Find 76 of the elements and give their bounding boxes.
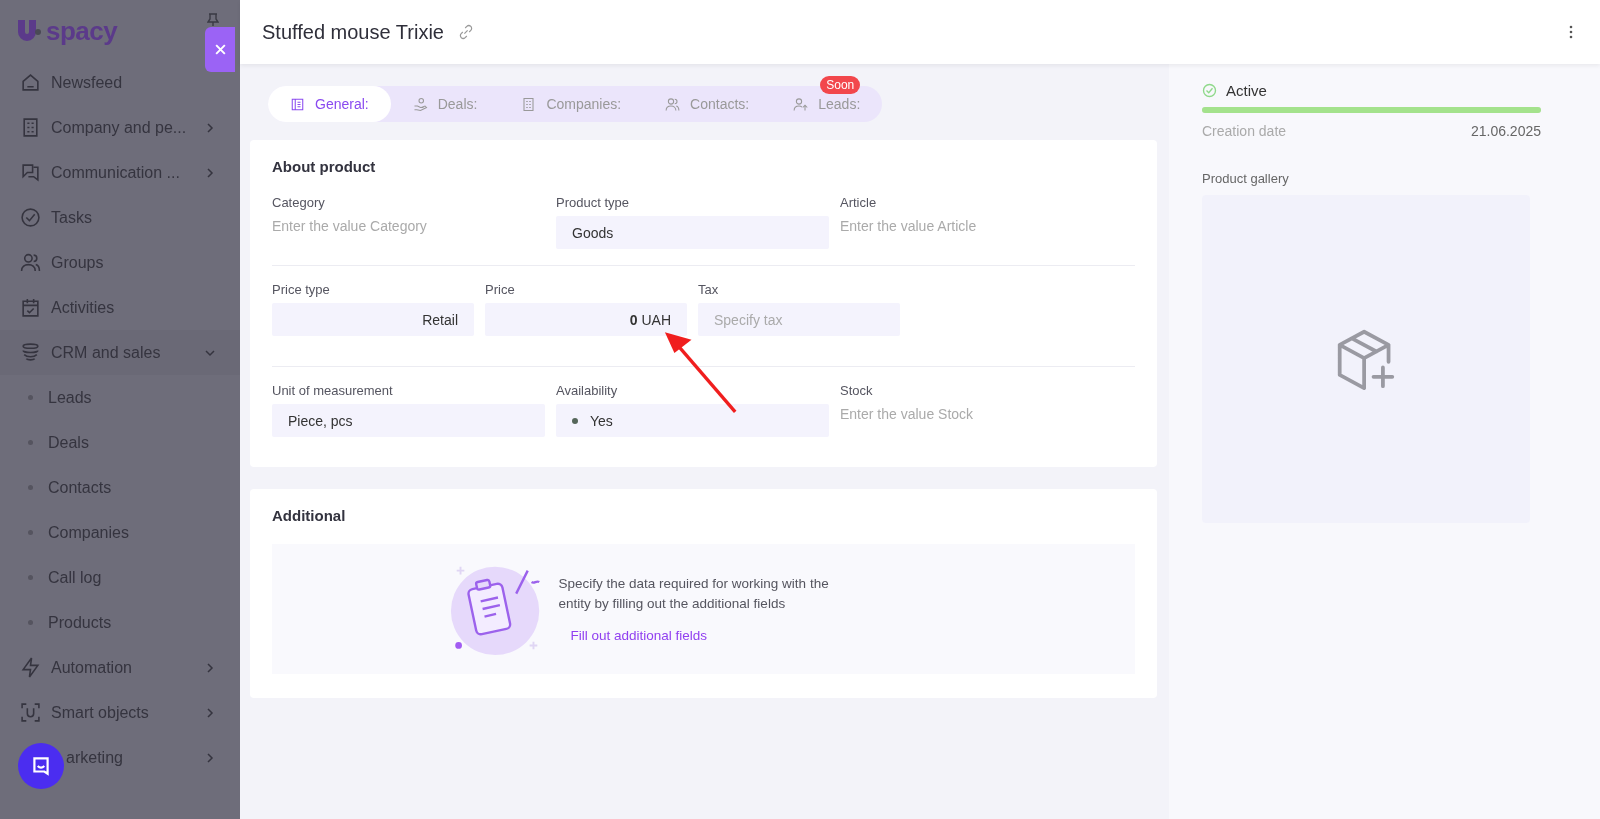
sidebar-item[interactable]: Tasks	[0, 195, 240, 240]
sidebar-subitem[interactable]: Deals	[0, 420, 240, 465]
tab[interactable]: Companies:	[499, 86, 644, 122]
fill-fields-link[interactable]: Fill out additional fields	[570, 627, 708, 643]
chat-icon	[30, 755, 52, 777]
close-icon	[213, 43, 227, 56]
chevron-right-icon	[204, 751, 216, 764]
sidebar-subitem[interactable]: Contacts	[0, 465, 240, 510]
hand-coin-icon	[412, 96, 428, 112]
gallery-label: Product gallery	[1202, 171, 1290, 186]
calendar-icon	[20, 297, 41, 318]
more-menu-icon[interactable]	[1569, 25, 1573, 39]
chevron-right-icon	[204, 706, 216, 719]
stack-icon	[20, 342, 41, 363]
field-label: Stock	[840, 383, 874, 398]
check-circle-icon	[1202, 83, 1217, 98]
input-field[interactable]: Goods	[556, 216, 829, 249]
field-label: Price	[485, 282, 516, 297]
field-label: Tax	[698, 282, 720, 297]
field-label: Unit of measurement	[272, 383, 394, 398]
section-title: Additional	[272, 507, 347, 524]
building-icon	[521, 96, 537, 112]
creation-date: 21.06.2025	[1470, 123, 1541, 139]
creation-date-label: Creation date	[1202, 123, 1287, 139]
sidebar-item[interactable]: CRM and sales	[0, 330, 240, 375]
tab[interactable]: Deals:	[390, 86, 500, 122]
pin-icon[interactable]	[207, 13, 219, 27]
field-label: Category	[272, 195, 326, 210]
home-icon	[20, 72, 41, 93]
sidebar-subitem[interactable]: Call log	[0, 555, 240, 600]
tab[interactable]: General:	[268, 86, 391, 122]
sidebar-item[interactable]: Groups	[0, 240, 240, 285]
chevron-right-icon	[204, 121, 216, 134]
tab[interactable]: Contacts:	[643, 86, 772, 122]
box-add-icon	[1335, 328, 1397, 390]
input-field[interactable]: Piece, pcs	[272, 404, 545, 437]
input-field[interactable]: Retail	[272, 303, 474, 336]
close-button[interactable]	[205, 27, 235, 72]
sidebar-item[interactable]: Automation	[0, 645, 240, 690]
chat-button[interactable]	[18, 743, 64, 789]
product-title: Stuffed mouse Trixie	[262, 20, 444, 44]
sidebar-item[interactable]: arketing	[0, 735, 240, 780]
input-field[interactable]: Enter the value Stock	[840, 404, 974, 422]
sidebar-subitem[interactable]: Products	[0, 600, 240, 645]
status-label: Active	[1226, 82, 1267, 99]
soon-badge: Soon	[820, 76, 861, 94]
document-icon	[290, 96, 305, 112]
input-field[interactable]: Enter the value Category	[272, 216, 427, 234]
field-label: Availability	[556, 383, 619, 398]
scan-icon	[20, 702, 41, 723]
section-title: About product	[272, 158, 377, 175]
sidebar-subitem[interactable]: Companies	[0, 510, 240, 555]
people-icon	[665, 96, 681, 112]
chat-icon	[20, 162, 41, 183]
description-text: Specify the data required for working with the entity by filling out the additional fields	[558, 575, 830, 613]
link-icon[interactable]	[457, 24, 474, 40]
input-field[interactable]: Enter the value Article	[840, 216, 977, 234]
people-icon	[20, 252, 41, 273]
building-icon	[20, 117, 41, 138]
sidebar-item[interactable]: Communication ...	[0, 150, 240, 195]
chevron-right-icon	[204, 166, 216, 179]
check-circle-icon	[20, 207, 41, 228]
field-label: Price type	[272, 282, 331, 297]
sidebar-item[interactable]: Company and pe...	[0, 105, 240, 150]
input-field[interactable]: 0 UAH	[485, 303, 687, 336]
chevron-right-icon	[204, 661, 216, 674]
sidebar-item[interactable]: Newsfeed	[0, 60, 240, 105]
input-field[interactable]: Specify tax	[698, 303, 900, 336]
input-field[interactable]: Yes	[556, 404, 829, 437]
person-add-icon	[793, 96, 809, 112]
lightning-icon	[20, 657, 41, 678]
sidebar-subitem[interactable]: Leads	[0, 375, 240, 420]
field-label: Article	[840, 195, 878, 210]
field-label: Product type	[556, 195, 630, 210]
sidebar-item[interactable]: Activities	[0, 285, 240, 330]
sidebar-item[interactable]: Smart objects	[0, 690, 240, 735]
